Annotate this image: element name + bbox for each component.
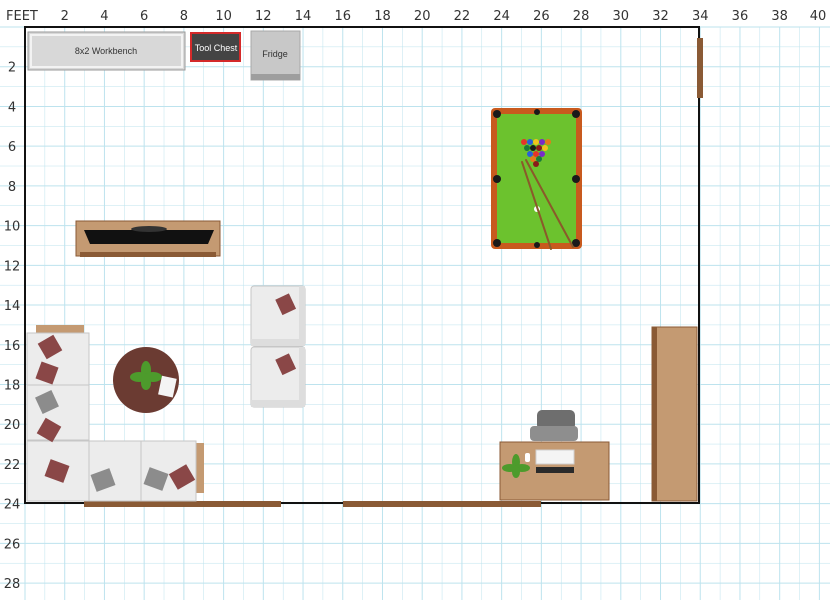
x-tick-label: 14 [295, 9, 312, 24]
door-bottom-left[interactable] [84, 501, 281, 507]
x-tick-label: 28 [573, 9, 590, 24]
y-tick-label: 18 [4, 378, 21, 393]
tool-chest[interactable]: Tool Chest [190, 32, 241, 62]
x-tick-label: 12 [255, 9, 272, 24]
monitor [535, 449, 575, 465]
y-tick-label: 2 [8, 61, 16, 76]
armchair-upper[interactable] [250, 285, 306, 347]
grid-lines [0, 26, 830, 600]
fridge-label: Fridge [262, 49, 288, 59]
workbench[interactable]: 8x2 Workbench [27, 31, 186, 71]
office-chair[interactable] [530, 410, 578, 441]
door-bottom-right[interactable] [343, 501, 541, 507]
x-tick-label: 40 [810, 9, 827, 24]
x-tick-label: 24 [493, 9, 510, 24]
x-tick-label: 26 [533, 9, 550, 24]
pool-table[interactable] [491, 108, 582, 250]
desk[interactable] [499, 441, 610, 501]
x-tick-label: 18 [374, 9, 391, 24]
y-tick-label: 12 [4, 259, 21, 274]
y-tick-label: 24 [4, 498, 21, 513]
y-tick-label: 6 [8, 140, 16, 155]
armchair-lower[interactable] [250, 346, 306, 408]
tool-chest-label: Tool Chest [195, 43, 238, 53]
x-tick-label: 36 [732, 9, 749, 24]
x-tick-label: 20 [414, 9, 431, 24]
tv-console[interactable] [75, 220, 221, 257]
y-tick-label: 28 [4, 577, 21, 592]
x-tick-label: 34 [692, 9, 709, 24]
sectional-sofa[interactable] [26, 325, 204, 502]
y-tick-label: 26 [4, 537, 21, 552]
x-tick-label: 30 [613, 9, 630, 24]
x-tick-label: 2 [61, 9, 69, 24]
x-tick-label: 6 [140, 9, 148, 24]
tv[interactable] [84, 230, 214, 244]
top-ruler: FEET 2 4 6 8 10 12 14 16 18 20 22 24 26 28 30 32 34 36 38 4… [6, 9, 826, 24]
x-tick-label: 8 [180, 9, 188, 24]
door-right-wall[interactable] [697, 38, 703, 98]
floor-plan: FEET 2 4 6 8 10 12 14 16 18 20 22 24 26 28 30 32 34 36 38 4… [0, 9, 830, 600]
y-tick-label: 20 [4, 418, 21, 433]
workbench-label: 8x2 Workbench [75, 46, 137, 56]
y-tick-label: 16 [4, 339, 21, 354]
y-tick-label: 10 [4, 220, 21, 235]
x-tick-label: 16 [334, 9, 351, 24]
y-tick-label: 4 [8, 100, 16, 115]
x-tick-label: 38 [771, 9, 788, 24]
x-tick-label: 4 [100, 9, 108, 24]
coffee-table[interactable] [113, 347, 179, 413]
y-tick-label: 8 [8, 180, 16, 195]
keyboard [536, 467, 574, 473]
left-ruler: 246810121416182022242628 [4, 61, 21, 592]
bookshelf[interactable] [651, 326, 698, 502]
x-tick-label: 22 [454, 9, 471, 24]
x-tick-label: 10 [215, 9, 232, 24]
ruler-unit-label: FEET [6, 9, 38, 24]
fridge[interactable]: Fridge [250, 30, 301, 81]
y-tick-label: 14 [4, 299, 21, 314]
x-tick-label: 32 [652, 9, 669, 24]
y-tick-label: 22 [4, 458, 21, 473]
mouse [525, 453, 530, 462]
